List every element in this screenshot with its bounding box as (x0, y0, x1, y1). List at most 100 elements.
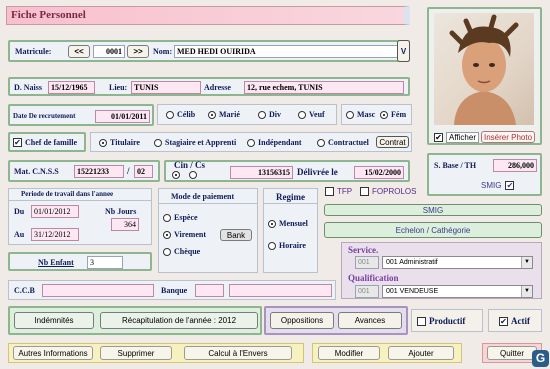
nom-label: Nom: (153, 47, 173, 56)
banque-name-field[interactable] (229, 284, 332, 297)
radio-div[interactable]: Div (258, 110, 281, 119)
radio-icon (268, 241, 276, 250)
chevron-down-icon[interactable]: ▼ (521, 257, 532, 268)
actif-label: Actif (511, 316, 530, 326)
radio-marie[interactable]: Marié (208, 110, 240, 119)
afficher-checkbox[interactable]: ✔ Afficher (434, 132, 479, 143)
radio-titulaire[interactable]: Titulaire (99, 138, 140, 147)
naissance-field[interactable]: 15/12/1965 (48, 81, 95, 94)
prev-record-button[interactable]: << (68, 45, 90, 58)
tfp-checkbox[interactable]: TFP (325, 187, 352, 196)
radio-virement[interactable]: Virement (163, 230, 206, 239)
afficher-label: Afficher (446, 132, 479, 143)
ajouter-button[interactable]: Ajouter (388, 346, 454, 360)
recap-button[interactable]: Récapitulation de l'année : 2012 (100, 312, 258, 329)
autres-informations-button[interactable]: Autres Informations (13, 346, 93, 360)
checkbox-icon (417, 316, 426, 326)
radio-icon (258, 110, 266, 119)
qualification-code-field[interactable]: 001 (355, 285, 379, 298)
adresse-field[interactable]: 12, rue echem, TUNIS (244, 81, 404, 94)
radio-mensuel[interactable]: Mensuel (268, 219, 308, 228)
radio-cheque[interactable]: Chèque (163, 247, 200, 256)
qualification-select[interactable]: 001 VENDEUSE ▼ (382, 285, 533, 298)
app-logo-icon: G (532, 350, 549, 367)
oppositions-button[interactable]: Oppositions (270, 312, 334, 329)
radio-cheque-label: Chèque (174, 247, 201, 256)
radio-celib[interactable]: Célib (166, 110, 195, 119)
jours-label: Nb Jours (105, 207, 137, 216)
radio-contractuel[interactable]: Contractuel (317, 138, 369, 147)
radio-espece[interactable]: Espèce (163, 213, 198, 222)
du-field[interactable]: 01/01/2012 (31, 205, 79, 218)
salaire-panel: S. Base / TH 286,000 SMIG ✔ (427, 153, 542, 196)
chef-famille-panel: ✔ Chef de famille (8, 132, 86, 152)
periode-title: Periode de travail dans l'annee (21, 190, 114, 198)
avances-button[interactable]: Avances (338, 312, 402, 329)
radio-veuf[interactable]: Veuf (298, 110, 325, 119)
paiement-title: Mode de paiement (171, 192, 235, 201)
radio-mensuel-label: Mensuel (279, 219, 308, 228)
productif-checkbox[interactable]: Productif (417, 316, 465, 326)
smig-checkbox[interactable]: SMIG ✔ (481, 181, 517, 190)
cnss-field[interactable]: 15221233 (74, 165, 124, 178)
actif-panel: ✔ Actif (488, 309, 542, 332)
radio-virement-label: Virement (174, 230, 206, 239)
supprimer-button[interactable]: Supprimer (100, 346, 172, 360)
radio-icon (166, 110, 174, 119)
smig-button[interactable]: SMIG (324, 204, 542, 216)
indemnites-button[interactable]: Indémnités (14, 312, 94, 329)
nom-dropdown-button[interactable]: V (397, 40, 410, 62)
inserer-photo-button[interactable]: Insérer Photo (481, 131, 535, 143)
contrat-button[interactable]: Contrat (376, 136, 409, 148)
radio-icon (317, 138, 325, 147)
recrutement-field[interactable]: 01/01/2011 (95, 110, 150, 123)
statut-panel: Titulaire Stagiaire et Apprenti Indépend… (90, 132, 412, 152)
salaire-label: S. Base / TH (434, 161, 477, 170)
enfant-field[interactable]: 3 (87, 256, 123, 269)
radio-icon (163, 247, 171, 256)
cnss-separator: / (127, 166, 130, 176)
radio-icon (268, 219, 276, 228)
cnss-label: Mat. C.N.S.S (14, 167, 59, 176)
radio-horaire[interactable]: Horaire (268, 241, 306, 250)
nom-field[interactable]: MED HEDI OUIRIDA (174, 45, 402, 58)
lieu-field[interactable]: TUNIS (131, 81, 201, 94)
checkbox-icon (325, 187, 334, 196)
service-select-value: 001 Administratif (386, 259, 438, 266)
radio-fem[interactable]: Fém (380, 110, 406, 119)
recrutement-panel: Date De recrutement 01/01/2011 (8, 104, 154, 126)
checkbox-checked-icon: ✔ (499, 316, 508, 326)
radio-independant[interactable]: Indépendant (247, 138, 302, 147)
bank-button[interactable]: Bank (220, 229, 252, 241)
chef-famille-checkbox[interactable]: ✔ Chef de famille (13, 138, 77, 147)
checkbox-icon (360, 187, 369, 196)
cnss-suffix-field[interactable]: 02 (134, 165, 153, 178)
actif-checkbox[interactable]: ✔ Actif (499, 316, 530, 326)
productif-panel: Productif (411, 309, 483, 332)
banque-label: Banque (161, 286, 188, 295)
next-record-button[interactable]: >> (127, 45, 149, 58)
ccb-field[interactable] (42, 284, 154, 297)
modifier-button[interactable]: Modifier (318, 346, 380, 360)
radio-masc[interactable]: Masc (346, 110, 375, 119)
radio-icon (172, 171, 180, 179)
quitter-button[interactable]: Quitter (487, 346, 537, 360)
service-code-field[interactable]: 001 (355, 256, 379, 269)
calcul-envers-button[interactable]: Calcul à l'Envers (184, 346, 292, 360)
service-select[interactable]: 001 Administratif ▼ (382, 256, 533, 269)
jours-field[interactable]: 364 (111, 218, 139, 231)
radio-stagiaire[interactable]: Stagiaire et Apprenti (154, 138, 236, 147)
chevron-down-icon[interactable]: ▼ (521, 286, 532, 297)
au-field[interactable]: 31/12/2012 (31, 228, 79, 241)
cin-radio-group[interactable] (172, 171, 200, 179)
radio-stagiaire-label: Stagiaire et Apprenti (165, 138, 237, 147)
cin-field[interactable]: 13156315 (230, 166, 293, 179)
banque-code-field[interactable] (195, 284, 224, 297)
salaire-field[interactable]: 286,000 (493, 159, 537, 172)
radio-fem-label: Fém (391, 110, 407, 119)
delivree-field[interactable]: 15/02/2000 (354, 166, 404, 179)
matricule-label: Matricule: (15, 47, 52, 56)
matricule-field[interactable]: 0001 (93, 45, 125, 58)
echelon-button[interactable]: Echelon / Cathégorie (324, 222, 542, 238)
foprolos-checkbox[interactable]: FOPROLOS (360, 187, 416, 196)
